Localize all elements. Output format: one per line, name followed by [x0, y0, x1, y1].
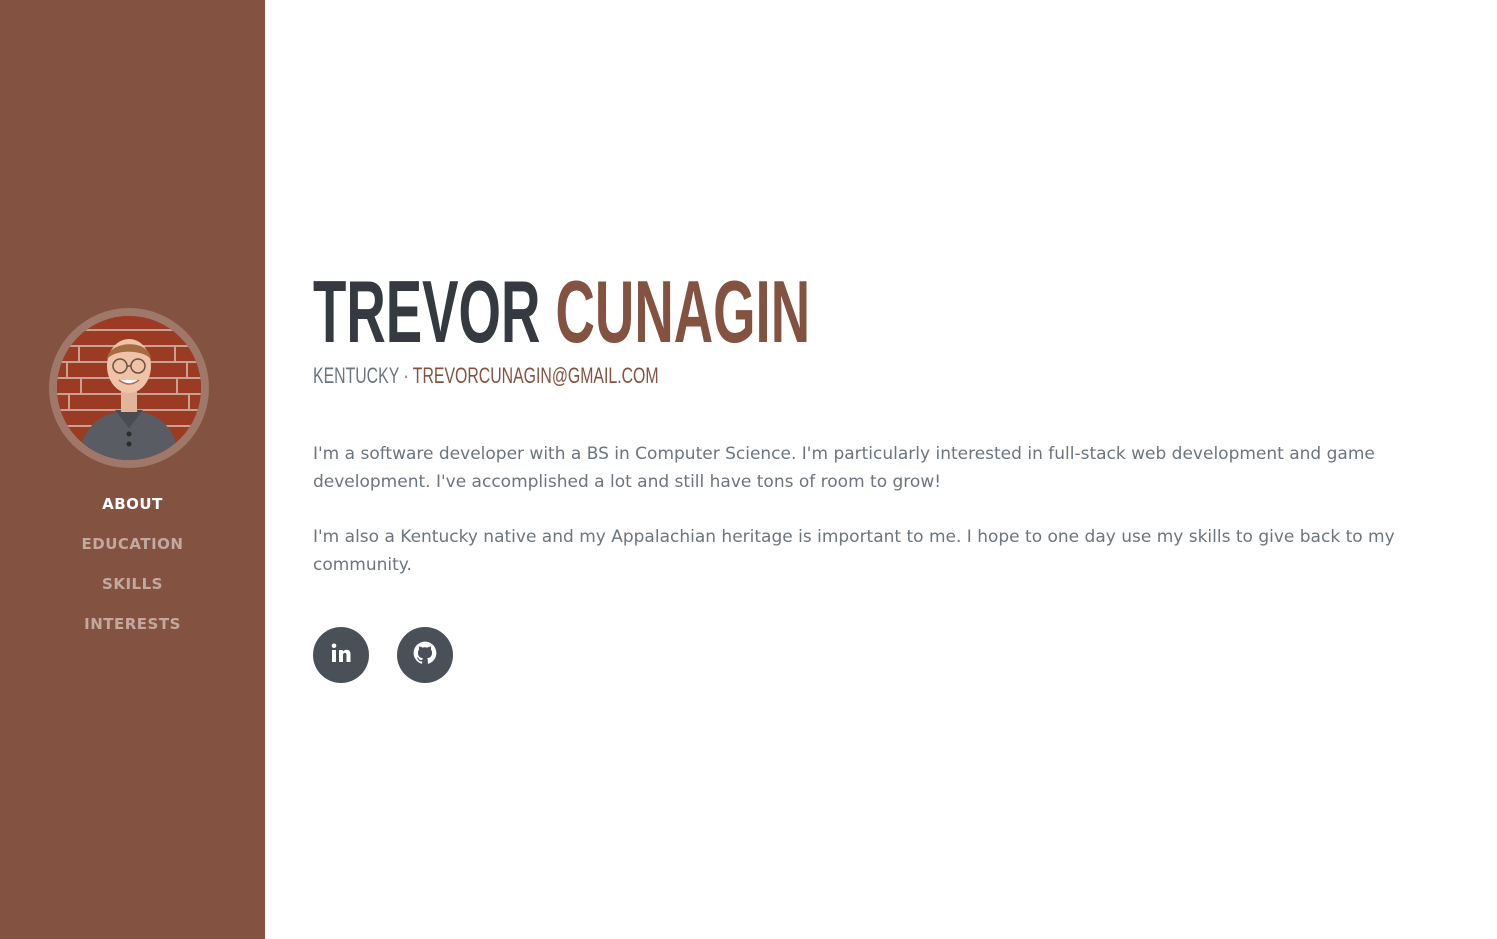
- about-paragraph-2: I'm also a Kentucky native and my Appala…: [313, 527, 1395, 575]
- linkedin-button[interactable]: [313, 627, 369, 683]
- github-button[interactable]: [397, 627, 453, 683]
- social-icons: [313, 627, 453, 683]
- nav-item-interests[interactable]: INTERESTS: [0, 608, 265, 648]
- nav-item-education[interactable]: EDUCATION: [0, 528, 265, 568]
- github-icon: [412, 640, 438, 671]
- email-link[interactable]: TREVORCUNAGIN@GMAIL.COM: [413, 363, 659, 388]
- linkedin-icon: [329, 641, 353, 670]
- nav-item-skills[interactable]: SKILLS: [0, 568, 265, 608]
- sidebar-nav: ABOUT EDUCATION SKILLS INTERESTS: [0, 488, 265, 648]
- page-title: TREVOR CUNAGIN: [313, 262, 810, 362]
- about-paragraph-1: I'm a software developer with a BS in Co…: [313, 444, 1375, 492]
- profile-photo-frame: [49, 308, 209, 468]
- first-name: TREVOR: [313, 262, 541, 361]
- profile-photo: [57, 316, 201, 460]
- separator: ·: [403, 363, 409, 388]
- nav-item-about[interactable]: ABOUT: [0, 488, 265, 528]
- contact-line: KENTUCKY · TREVORCUNAGIN@GMAIL.COM: [313, 362, 659, 390]
- location: KENTUCKY: [313, 363, 399, 388]
- last-name: CUNAGIN: [555, 262, 811, 361]
- sidebar: ABOUT EDUCATION SKILLS INTERESTS: [0, 0, 265, 939]
